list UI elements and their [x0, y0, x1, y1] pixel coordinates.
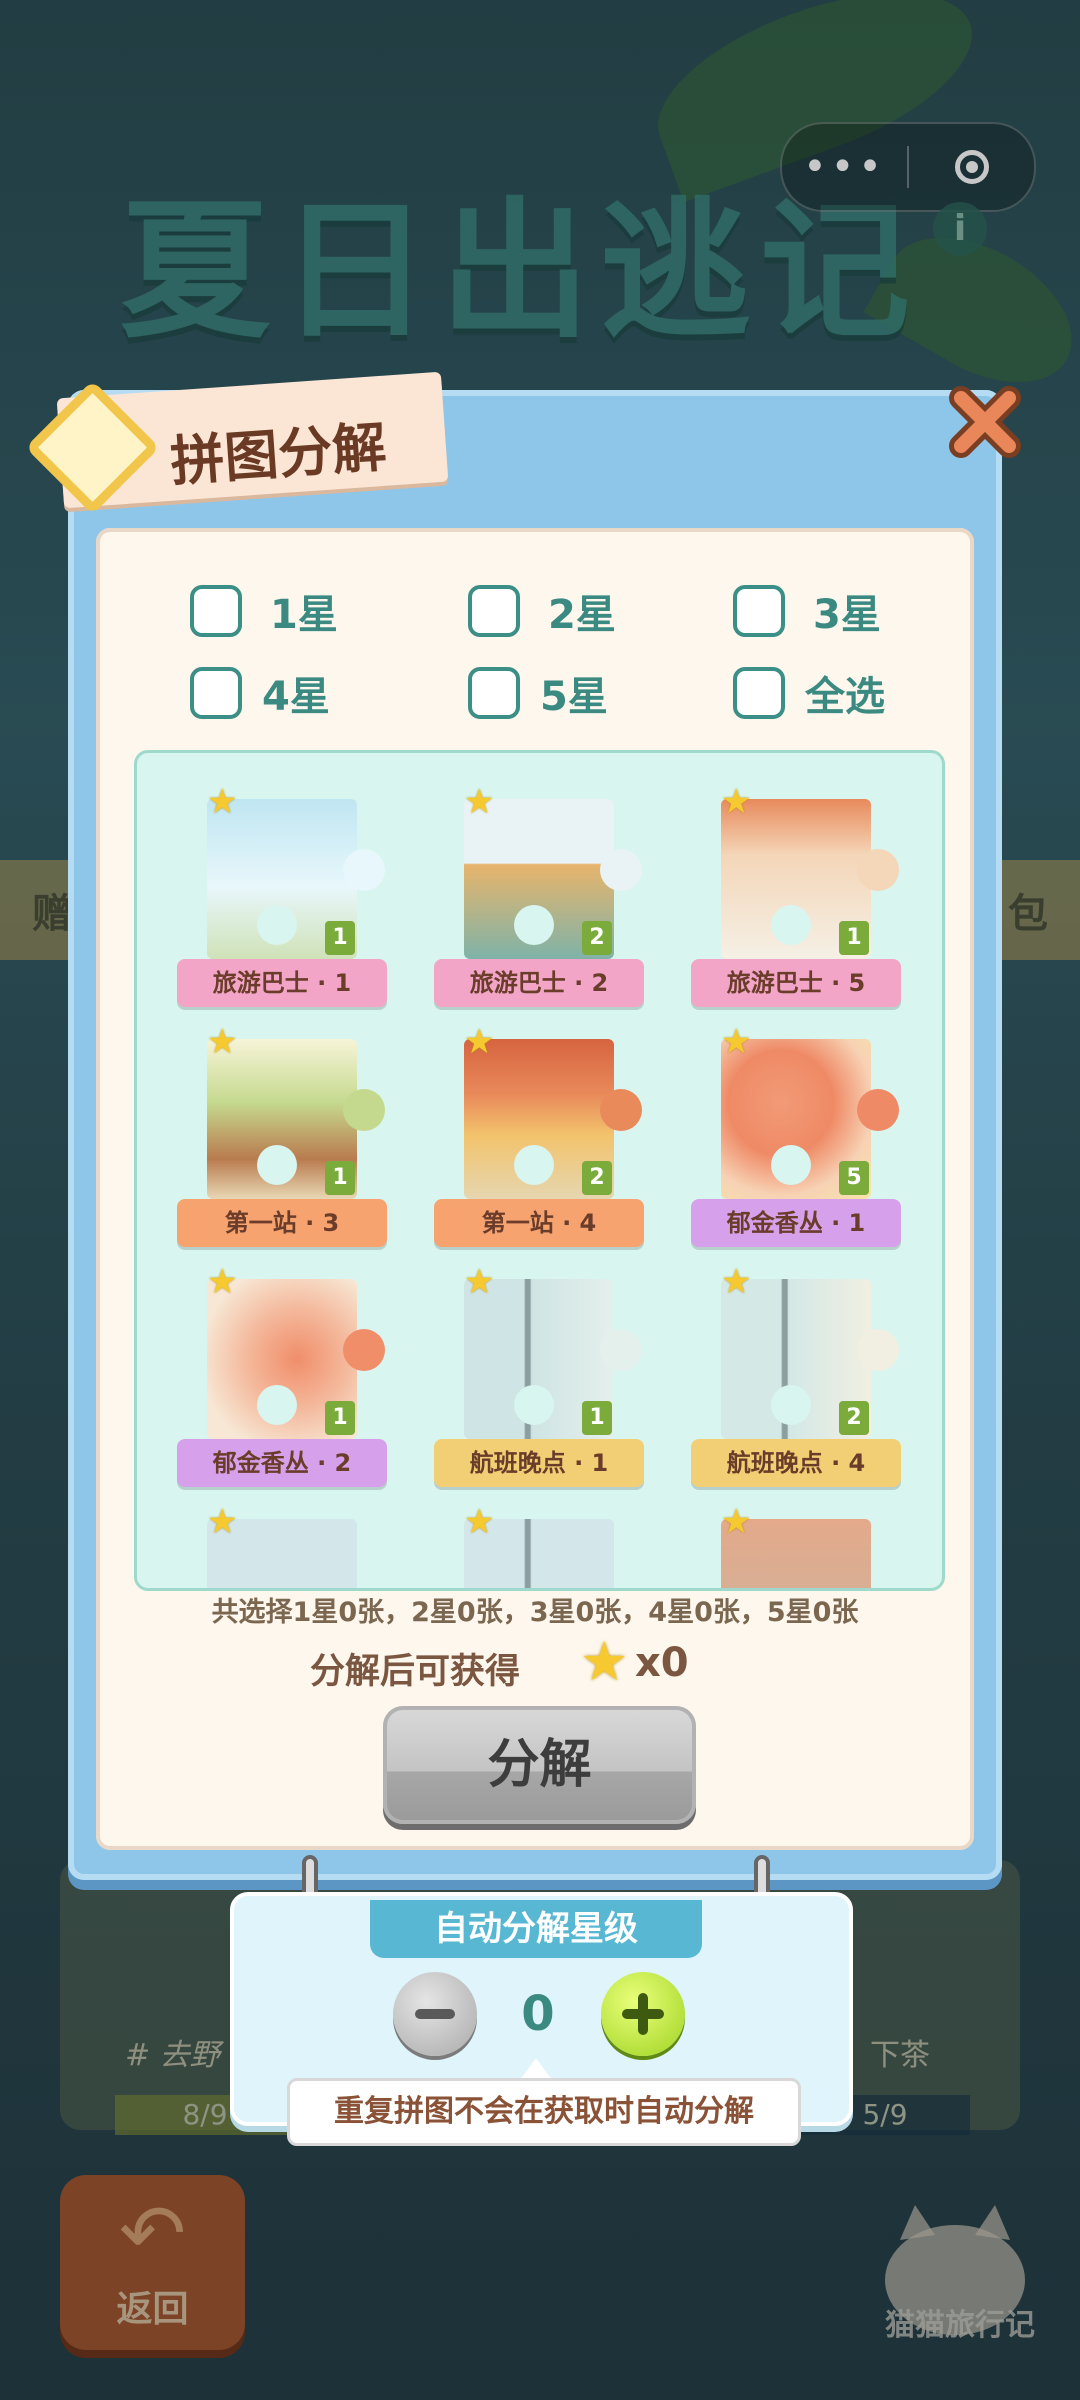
- puzzle-knob: [600, 1329, 642, 1371]
- reward-count: x0: [635, 1640, 689, 1686]
- puzzle-socket: [771, 1145, 811, 1185]
- piece-count: 1: [325, 921, 355, 955]
- puzzle-knob: [343, 1089, 385, 1131]
- puzzle-card[interactable]: ★ 5 郁金香丛 · 1: [671, 1025, 921, 1255]
- close-button[interactable]: [945, 382, 1025, 462]
- reward-label: 分解后可获得: [310, 1652, 521, 1692]
- puzzle-card[interactable]: ★ 2 第一站 · 4: [414, 1025, 664, 1255]
- piece-name: 航班晚点 · 1: [434, 1439, 644, 1487]
- selection-summary: 共选择1星0张，2星0张，3星0张，4星0张，5星0张: [211, 1597, 859, 1628]
- filter-select-all[interactable]: 全选: [733, 664, 885, 722]
- puzzle-knob: [343, 849, 385, 891]
- puzzle-card[interactable]: ★: [157, 1502, 407, 1588]
- star-icon: ★: [207, 1022, 238, 1062]
- dialog-title: 拼图分解: [168, 415, 389, 494]
- puzzle-knob: [857, 849, 899, 891]
- puzzle-socket: [514, 1385, 554, 1425]
- filter-label: 全选: [805, 674, 885, 720]
- puzzle-socket: [257, 905, 297, 945]
- puzzle-socket: [514, 1145, 554, 1185]
- piece-name: 郁金香丛 · 2: [177, 1439, 387, 1487]
- puzzle-card[interactable]: ★ 1 旅游巴士 · 5: [671, 785, 921, 1015]
- plus-icon-stroke: [638, 1993, 648, 2035]
- puzzle-socket: [771, 1385, 811, 1425]
- piece-count: 1: [325, 1161, 355, 1195]
- star-icon: ★: [464, 1262, 495, 1302]
- puzzle-knob: [343, 1329, 385, 1371]
- checkbox[interactable]: [468, 667, 520, 719]
- piece-count: 5: [839, 1161, 869, 1195]
- piece-name: 旅游巴士 · 5: [691, 959, 901, 1007]
- auto-decompose-title: 自动分解星级: [370, 1900, 702, 1958]
- piece-count: 2: [839, 1401, 869, 1435]
- star-icon: ★: [721, 1502, 752, 1542]
- increase-level-button[interactable]: [601, 1972, 685, 2056]
- piece-name: 第一站 · 3: [177, 1199, 387, 1247]
- checkbox[interactable]: [190, 667, 242, 719]
- checkbox[interactable]: [190, 585, 242, 637]
- decrease-level-button[interactable]: [393, 1972, 477, 2056]
- star-icon: ★: [721, 1022, 752, 1062]
- puzzle-card[interactable]: ★ 1 旅游巴士 · 1: [157, 785, 407, 1015]
- piece-name: 旅游巴士 · 1: [177, 959, 387, 1007]
- filter-label: 5星: [540, 674, 608, 720]
- puzzle-socket: [257, 1385, 297, 1425]
- star-icon: ★: [207, 1262, 238, 1302]
- star-icon: ★: [464, 1502, 495, 1542]
- puzzle-card[interactable]: ★: [414, 1502, 664, 1588]
- piece-count: 2: [582, 1161, 612, 1195]
- star-icon: ★: [721, 782, 752, 822]
- filter-1-star[interactable]: 1星: [190, 582, 338, 640]
- checkbox[interactable]: [468, 585, 520, 637]
- puzzle-knob: [600, 849, 642, 891]
- piece-count: 1: [325, 1401, 355, 1435]
- star-icon: ★: [207, 1502, 238, 1542]
- piece-name: 郁金香丛 · 1: [691, 1199, 901, 1247]
- piece-name: 航班晚点 · 4: [691, 1439, 901, 1487]
- minus-icon: [415, 2009, 455, 2019]
- filter-label: 2星: [548, 592, 616, 638]
- puzzle-knob: [600, 1089, 642, 1131]
- filter-3-star[interactable]: 3星: [733, 582, 881, 640]
- puzzle-card[interactable]: ★: [671, 1502, 921, 1588]
- decompose-button[interactable]: 分解: [383, 1706, 696, 1824]
- puzzle-knob: [857, 1329, 899, 1371]
- star-icon: ★: [721, 1262, 752, 1302]
- filter-label: 3星: [813, 592, 881, 638]
- filter-2-star[interactable]: 2星: [468, 582, 616, 640]
- star-icon: ★: [464, 782, 495, 822]
- star-icon: ★: [207, 782, 238, 822]
- checkbox[interactable]: [733, 667, 785, 719]
- puzzle-card[interactable]: ★ 2 航班晚点 · 4: [671, 1265, 921, 1495]
- piece-count: 1: [582, 1401, 612, 1435]
- filter-label: 4星: [262, 674, 330, 720]
- auto-level-value: 0: [521, 1986, 555, 2042]
- piece-name: 第一站 · 4: [434, 1199, 644, 1247]
- puzzle-socket: [514, 905, 554, 945]
- auto-decompose-hint: 重复拼图不会在获取时自动分解: [287, 2078, 801, 2146]
- puzzle-card[interactable]: ★ 1 第一站 · 3: [157, 1025, 407, 1255]
- star-icon: ★: [580, 1630, 629, 1693]
- filter-5-star[interactable]: 5星: [468, 664, 608, 722]
- puzzle-socket: [257, 1145, 297, 1185]
- puzzle-socket: [771, 905, 811, 945]
- puzzle-card[interactable]: ★ 1 航班晚点 · 1: [414, 1265, 664, 1495]
- close-icon: [949, 386, 1021, 458]
- puzzle-card[interactable]: ★ 2 旅游巴士 · 2: [414, 785, 664, 1015]
- tooltip-arrow: [520, 2058, 552, 2080]
- puzzle-grid: ★ 1 旅游巴士 · 1 ★ 2 旅游巴士 · 2 ★ 1 旅游巴士 · 5 ★…: [134, 750, 945, 1591]
- filter-label: 1星: [270, 592, 338, 638]
- piece-name: 旅游巴士 · 2: [434, 959, 644, 1007]
- puzzle-knob: [857, 1089, 899, 1131]
- filter-4-star[interactable]: 4星: [190, 664, 330, 722]
- piece-count: 1: [839, 921, 869, 955]
- star-icon: ★: [464, 1022, 495, 1062]
- puzzle-card[interactable]: ★ 1 郁金香丛 · 2: [157, 1265, 407, 1495]
- checkbox[interactable]: [733, 585, 785, 637]
- piece-count: 2: [582, 921, 612, 955]
